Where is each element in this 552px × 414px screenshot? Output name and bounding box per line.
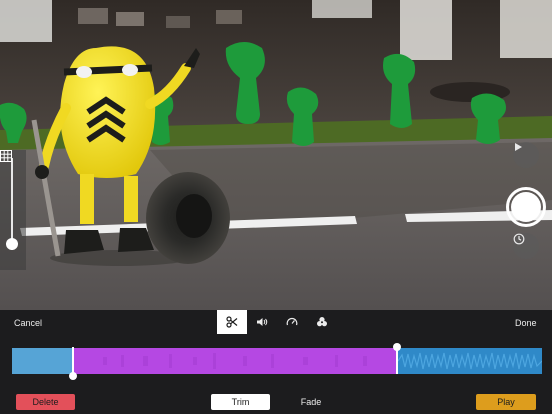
- speed-icon: [286, 318, 298, 326]
- cancel-button[interactable]: Cancel: [14, 318, 42, 328]
- audio-editor-panel: Cancel Done Delete Trim Fade Play: [0, 310, 552, 414]
- grid-icon[interactable]: [0, 150, 12, 162]
- waveform-excluded-end: [398, 348, 542, 374]
- waveform-excluded-start: [12, 348, 73, 374]
- audio-waveform[interactable]: [12, 348, 542, 374]
- camera-preview: [0, 0, 552, 310]
- effects-icon: [317, 317, 327, 327]
- timer-button[interactable]: [513, 233, 539, 259]
- fade-button[interactable]: Fade: [290, 394, 332, 410]
- trim-button[interactable]: Trim: [211, 394, 270, 410]
- scene-image: [0, 0, 552, 310]
- preview-play-button[interactable]: [513, 142, 539, 168]
- play-icon: [515, 143, 522, 151]
- volume-icon: [257, 318, 268, 326]
- capture-button[interactable]: [506, 187, 546, 227]
- onion-skin-knob[interactable]: [6, 238, 18, 250]
- delete-button[interactable]: Delete: [16, 394, 75, 410]
- play-button[interactable]: Play: [476, 394, 536, 410]
- trim-start-handle[interactable]: [69, 372, 77, 380]
- trim-end-handle[interactable]: [393, 343, 401, 351]
- onion-skin-slider[interactable]: [0, 150, 26, 270]
- tool-effects[interactable]: [307, 310, 337, 334]
- clock-icon: [513, 233, 525, 245]
- waveform-selection[interactable]: [73, 348, 398, 374]
- onion-skin-track: [11, 158, 13, 250]
- audio-tool-segment: [217, 310, 337, 334]
- done-button[interactable]: Done: [515, 318, 537, 328]
- tool-speed[interactable]: [277, 310, 307, 334]
- selection-waveform-shape: [103, 353, 367, 369]
- capture-button-inner: [511, 192, 541, 222]
- tool-trim[interactable]: [217, 310, 247, 334]
- audio-waveform-shape: [398, 352, 542, 370]
- tool-volume[interactable]: [247, 310, 277, 334]
- scissors-icon: [226, 316, 238, 328]
